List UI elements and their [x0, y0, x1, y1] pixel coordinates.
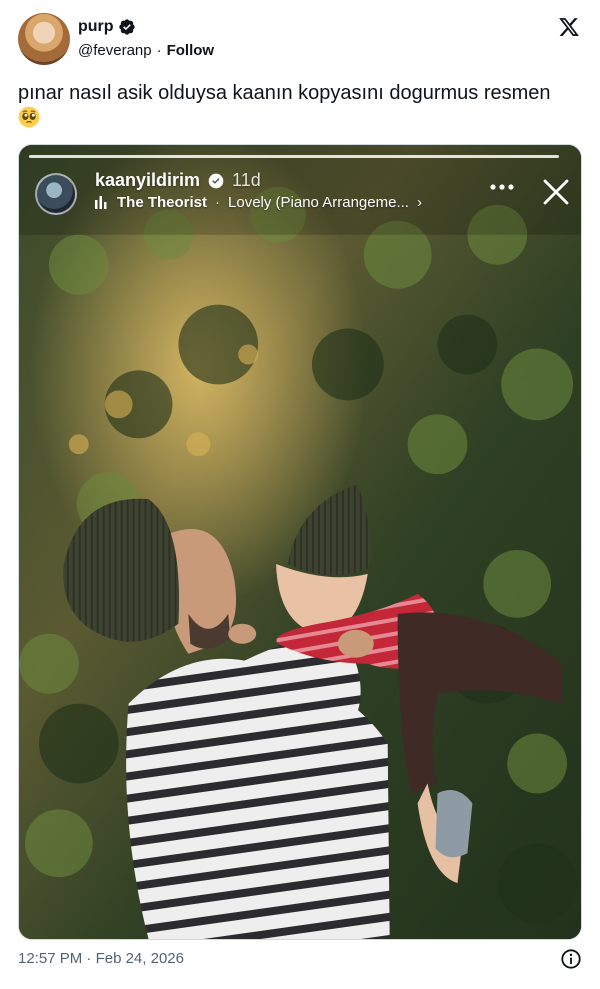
tweet-text: pınar nasıl asik olduysa kaanın kopyasın… — [18, 80, 584, 132]
follow-button[interactable]: Follow — [167, 42, 215, 59]
tweet-header: purp @feveranp · Follow — [18, 12, 584, 68]
music-separator: · — [215, 194, 221, 211]
story-screenshot-media[interactable]: kaanyildirim 11d The Theorist · Lovely (… — [18, 144, 582, 940]
music-artist: The Theorist — [117, 194, 208, 211]
tweet-timestamp[interactable]: 12:57 PM · Feb 24, 2026 — [18, 950, 184, 967]
story-age: 11d — [232, 170, 261, 190]
pleading-face-emoji-icon — [18, 106, 40, 128]
story-music-row[interactable]: The Theorist · Lovely (Piano Arrangeme..… — [95, 194, 422, 211]
x-logo-icon[interactable] — [558, 16, 580, 38]
verified-badge-icon — [118, 19, 135, 35]
info-icon[interactable] — [560, 948, 582, 970]
music-chevron-icon: › — [416, 194, 422, 211]
author-name-row[interactable]: purp — [78, 18, 136, 36]
music-bars-icon — [95, 196, 107, 209]
tweet-date[interactable]: Feb 24, 2026 — [96, 950, 184, 967]
story-username[interactable]: kaanyildirim — [95, 170, 200, 191]
author-handle[interactable]: @feveranp — [78, 42, 152, 59]
story-user-avatar[interactable] — [35, 173, 77, 215]
more-icon[interactable] — [489, 183, 515, 191]
timestamp-separator: · — [86, 950, 92, 967]
story-verified-icon — [208, 173, 224, 188]
music-track: Lovely (Piano Arrangeme... — [228, 194, 409, 211]
author-avatar[interactable] — [18, 13, 70, 65]
author-name[interactable]: purp — [78, 18, 114, 36]
tweet-time[interactable]: 12:57 PM — [18, 950, 82, 967]
close-icon[interactable] — [541, 177, 571, 207]
story-photo — [19, 145, 581, 939]
tweet-footer: 12:57 PM · Feb 24, 2026 — [18, 948, 584, 972]
story-user-row[interactable]: kaanyildirim 11d — [95, 170, 261, 191]
handle-separator: · — [156, 42, 162, 59]
tweet-body: pınar nasıl asik olduysa kaanın kopyasın… — [18, 82, 551, 104]
story-progress-bar — [29, 155, 559, 158]
handle-row: @feveranp · Follow — [78, 42, 214, 59]
